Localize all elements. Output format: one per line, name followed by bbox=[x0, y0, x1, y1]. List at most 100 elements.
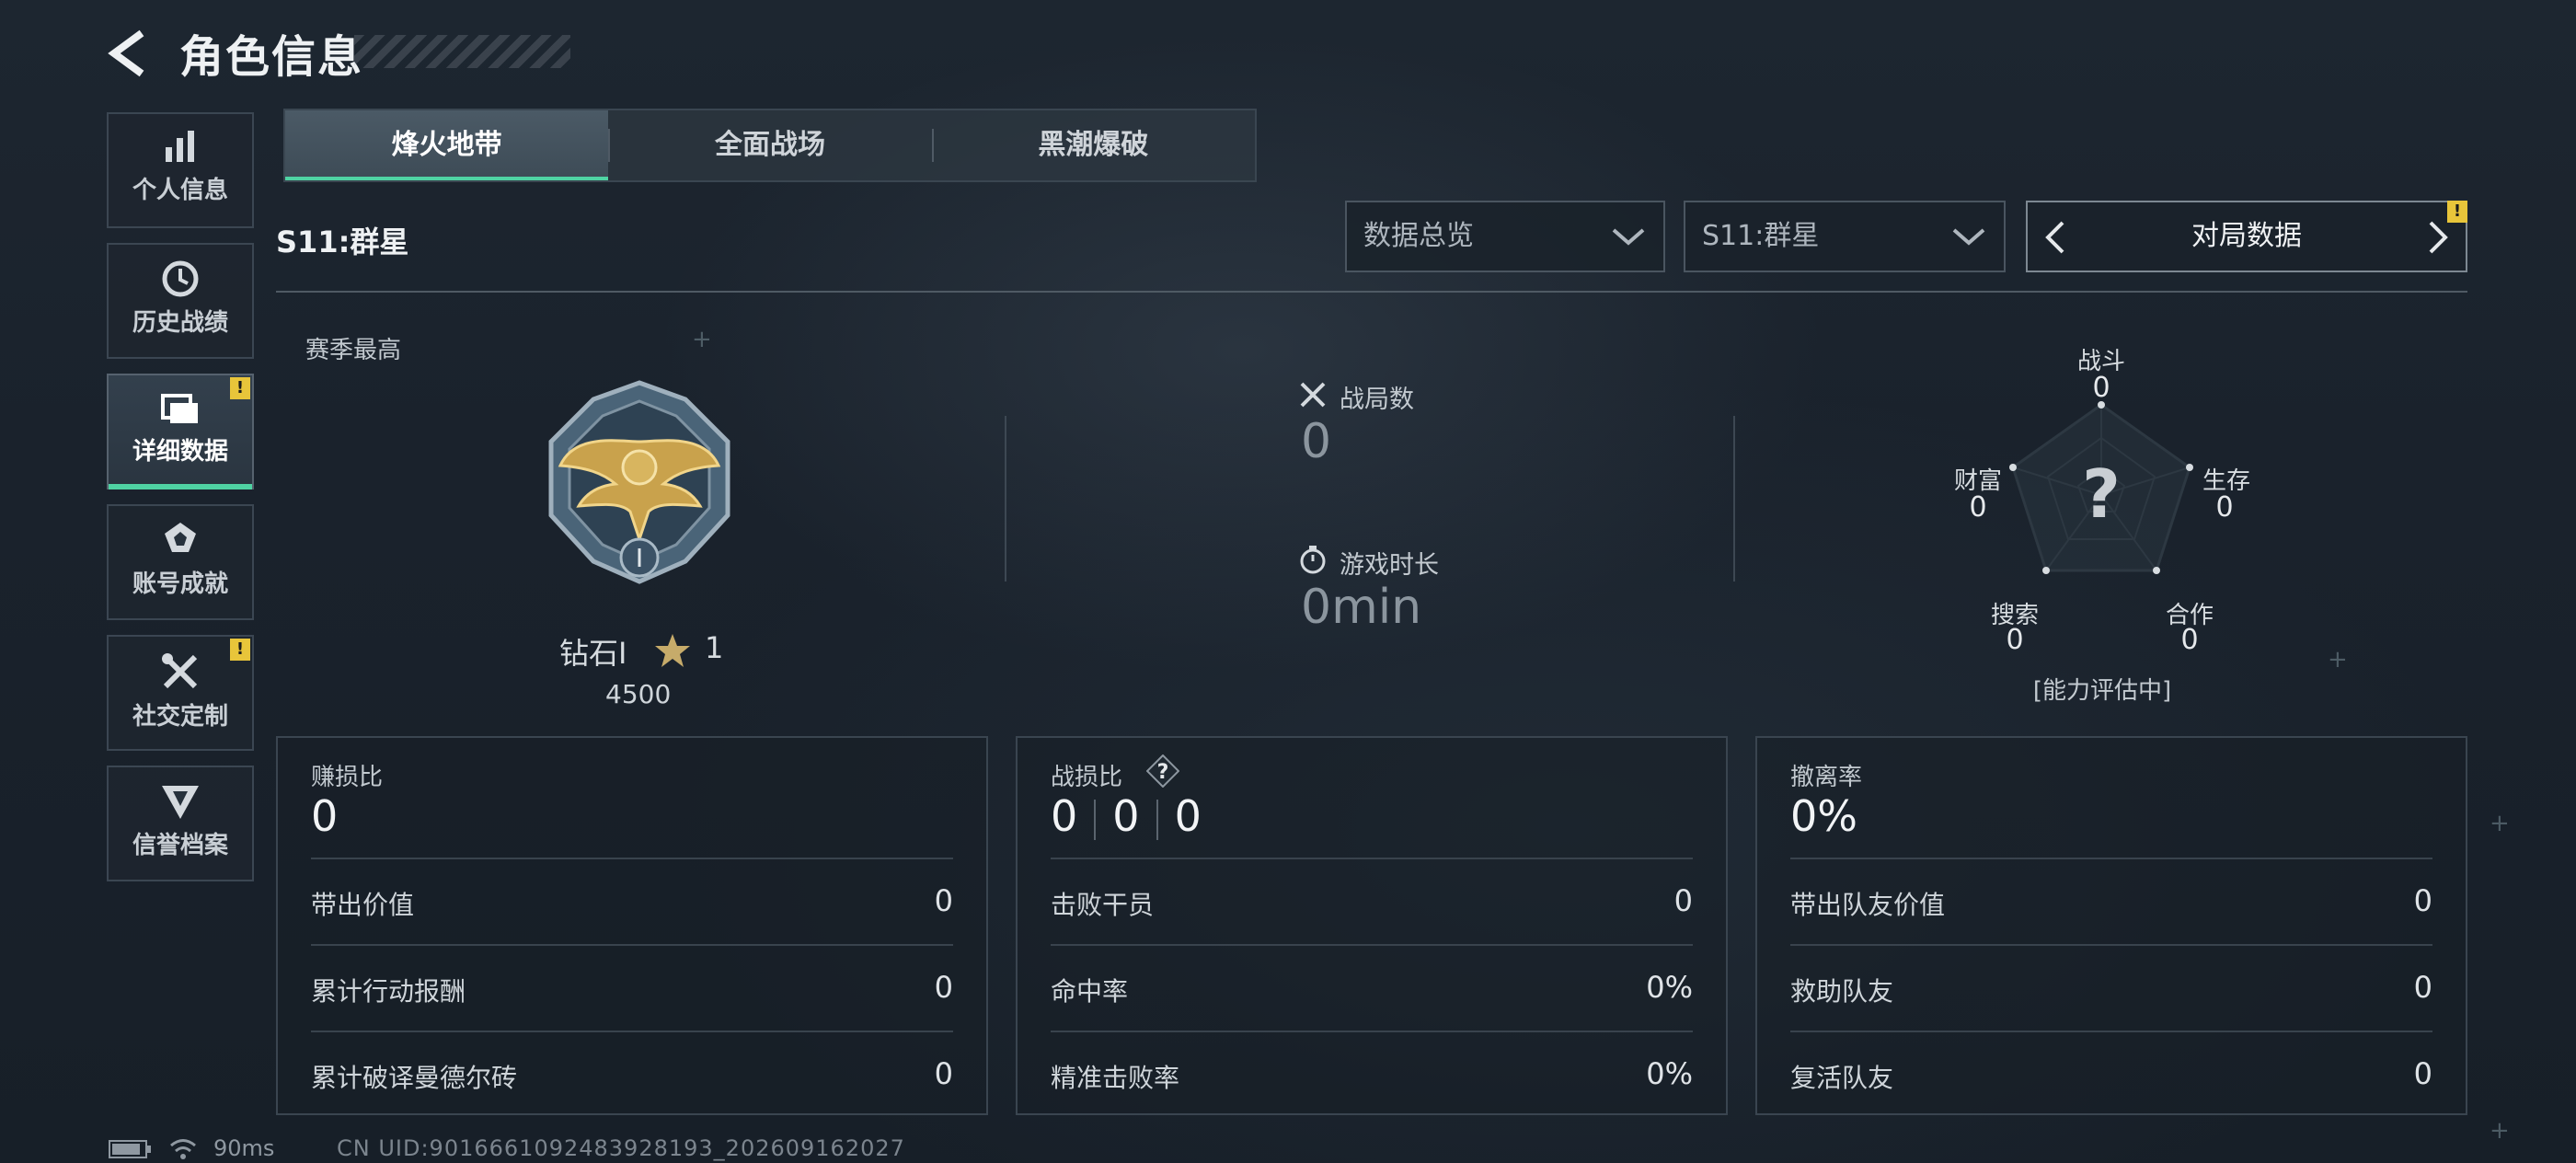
sidebar-item-social[interactable]: ! 社交定制 bbox=[107, 635, 254, 751]
chevron-down-icon bbox=[1952, 228, 1985, 246]
sidebar-item-reputation[interactable]: 信誉档案 bbox=[107, 766, 254, 881]
back-button[interactable] bbox=[101, 26, 156, 81]
warning-badge: ! bbox=[230, 639, 250, 661]
rank-medal-emblem bbox=[538, 377, 741, 589]
title-decoration bbox=[354, 35, 570, 68]
radar-value-survival: 0 bbox=[2215, 491, 2234, 524]
clock-icon bbox=[162, 260, 199, 297]
stat-row: 击败干员 0 bbox=[1051, 858, 1693, 944]
stat-row-label: 带出队友价值 bbox=[1790, 890, 1946, 920]
stat-row-value: 0 bbox=[934, 1056, 953, 1091]
stat-row: 带出队友价值 0 bbox=[1790, 858, 2432, 944]
sidebar-item-label: 信誉档案 bbox=[132, 832, 228, 859]
sidebar-item-label: 社交定制 bbox=[132, 703, 228, 731]
stat-row-value: 0 bbox=[2413, 1056, 2432, 1091]
panel-title: 撤离率 bbox=[1790, 764, 1863, 791]
chevron-right-icon[interactable] bbox=[2421, 219, 2453, 256]
chevron-left-icon[interactable] bbox=[2041, 219, 2072, 256]
stat-type-label: 对局数据 bbox=[2191, 220, 2302, 252]
mode-tab-bar: 烽火地带 全面战场 黑潮爆破 bbox=[283, 109, 1257, 182]
stat-row-value: 0 bbox=[1673, 883, 1693, 918]
panel-title: 战损比 bbox=[1051, 764, 1123, 791]
stat-row: 救助队友 0 bbox=[1790, 944, 2432, 1031]
wifi-icon bbox=[170, 1139, 196, 1159]
season-label: S11:群星 bbox=[276, 225, 409, 259]
folder-icon bbox=[161, 394, 198, 423]
page-title: 角色信息 bbox=[179, 31, 364, 83]
warning-badge: ! bbox=[230, 377, 250, 399]
radar-value-search: 0 bbox=[2006, 624, 2024, 656]
stat-row-label: 复活队友 bbox=[1790, 1063, 1894, 1093]
decor-cross: + bbox=[692, 326, 712, 353]
kd-panel: 战损比 000 击败干员 0 命中率 0% 精准击败率 0% bbox=[1016, 736, 1728, 1115]
tools-icon bbox=[162, 653, 198, 689]
overview-dropdown-value: 数据总览 bbox=[1363, 220, 1474, 252]
stat-row-value: 0 bbox=[2413, 883, 2432, 918]
stat-row-label: 精准击败率 bbox=[1051, 1063, 1180, 1093]
tab-full-battlefield[interactable]: 全面战场 bbox=[608, 110, 931, 180]
stat-row: 累计破译曼德尔砖 0 bbox=[311, 1031, 953, 1117]
radar-value-combat: 0 bbox=[2092, 372, 2110, 404]
tab-hazard-zone[interactable]: 烽火地带 bbox=[285, 110, 609, 180]
stat-row-value: 0% bbox=[1646, 1056, 1693, 1091]
stat-row-value: 0 bbox=[934, 883, 953, 918]
help-icon[interactable]: ? bbox=[1146, 754, 1179, 788]
stat-row-label: 击败干员 bbox=[1051, 890, 1155, 920]
rank-star-count: 1 bbox=[705, 630, 724, 665]
stat-row: 精准击败率 0% bbox=[1051, 1031, 1693, 1117]
stat-row-label: 带出价值 bbox=[311, 890, 415, 920]
chevron-down-icon bbox=[1612, 228, 1645, 246]
stat-row: 带出价值 0 bbox=[311, 858, 953, 944]
divider bbox=[1094, 799, 1097, 840]
sidebar-item-label: 账号成就 bbox=[132, 570, 228, 598]
divider bbox=[1733, 416, 1735, 582]
decor-cross: + bbox=[2490, 1117, 2510, 1145]
season-dropdown[interactable]: S11:群星 bbox=[1684, 201, 2006, 272]
profit-ratio-value: 0 bbox=[311, 791, 339, 841]
sidebar-item-label: 历史战绩 bbox=[132, 309, 228, 337]
ability-status-note: [能力评估中] bbox=[2032, 677, 2172, 705]
battery-icon bbox=[109, 1140, 151, 1158]
stat-row-value: 0 bbox=[934, 970, 953, 1005]
stat-row-value: 0 bbox=[2413, 970, 2432, 1005]
divider bbox=[1005, 416, 1006, 582]
decor-cross: + bbox=[2328, 646, 2348, 674]
crossed-swords-icon bbox=[1300, 382, 1326, 408]
radar-center-mark: ? bbox=[2082, 455, 2121, 533]
sidebar-item-history[interactable]: 历史战绩 bbox=[107, 243, 254, 359]
stat-row: 复活队友 0 bbox=[1790, 1031, 2432, 1117]
star-icon bbox=[655, 634, 690, 667]
sidebar-item-detailed-data[interactable]: ! 详细数据 bbox=[107, 374, 254, 489]
shield-icon bbox=[162, 786, 199, 819]
sidebar-item-personal-info[interactable]: 个人信息 bbox=[107, 112, 254, 228]
season-best-title: 赛季最高 bbox=[305, 337, 402, 364]
medal-icon bbox=[165, 523, 196, 552]
stat-row-label: 累计破译曼德尔砖 bbox=[311, 1063, 518, 1093]
rank-score: 4500 bbox=[605, 679, 672, 709]
sidebar-item-label: 个人信息 bbox=[132, 177, 228, 204]
rank-name: 钻石Ⅰ bbox=[559, 636, 627, 671]
sidebar-item-achievements[interactable]: 账号成就 bbox=[107, 504, 254, 620]
tab-black-tide[interactable]: 黑潮爆破 bbox=[931, 110, 1255, 180]
playtime-label: 游戏时长 bbox=[1340, 551, 1439, 580]
overview-dropdown[interactable]: 数据总览 bbox=[1345, 201, 1665, 272]
ping-readout: 90ms bbox=[213, 1135, 275, 1161]
radar-value-wealth: 0 bbox=[1969, 491, 1987, 524]
stat-row-value: 0% bbox=[1646, 970, 1693, 1005]
sidebar-item-label: 详细数据 bbox=[132, 438, 228, 466]
stat-row: 累计行动报酬 0 bbox=[311, 944, 953, 1031]
divider bbox=[276, 291, 2467, 293]
help-mark: ? bbox=[1157, 761, 1169, 784]
stat-row-label: 命中率 bbox=[1051, 976, 1129, 1007]
kd-value: 0 bbox=[1112, 791, 1140, 841]
stat-row-label: 累计行动报酬 bbox=[311, 976, 466, 1007]
stat-row: 命中率 0% bbox=[1051, 944, 1693, 1031]
kd-values: 000 bbox=[1051, 791, 1202, 841]
player-uid: CN UID:9016661092483928193_202609162027 bbox=[337, 1135, 905, 1161]
kd-value: 0 bbox=[1051, 791, 1078, 841]
playtime-value: 0min bbox=[1301, 580, 1422, 635]
warning-badge: ! bbox=[2447, 201, 2467, 223]
back-arrow-icon bbox=[108, 29, 144, 77]
radar-value-cooperation: 0 bbox=[2180, 624, 2199, 656]
panel-title: 赚损比 bbox=[311, 764, 384, 791]
